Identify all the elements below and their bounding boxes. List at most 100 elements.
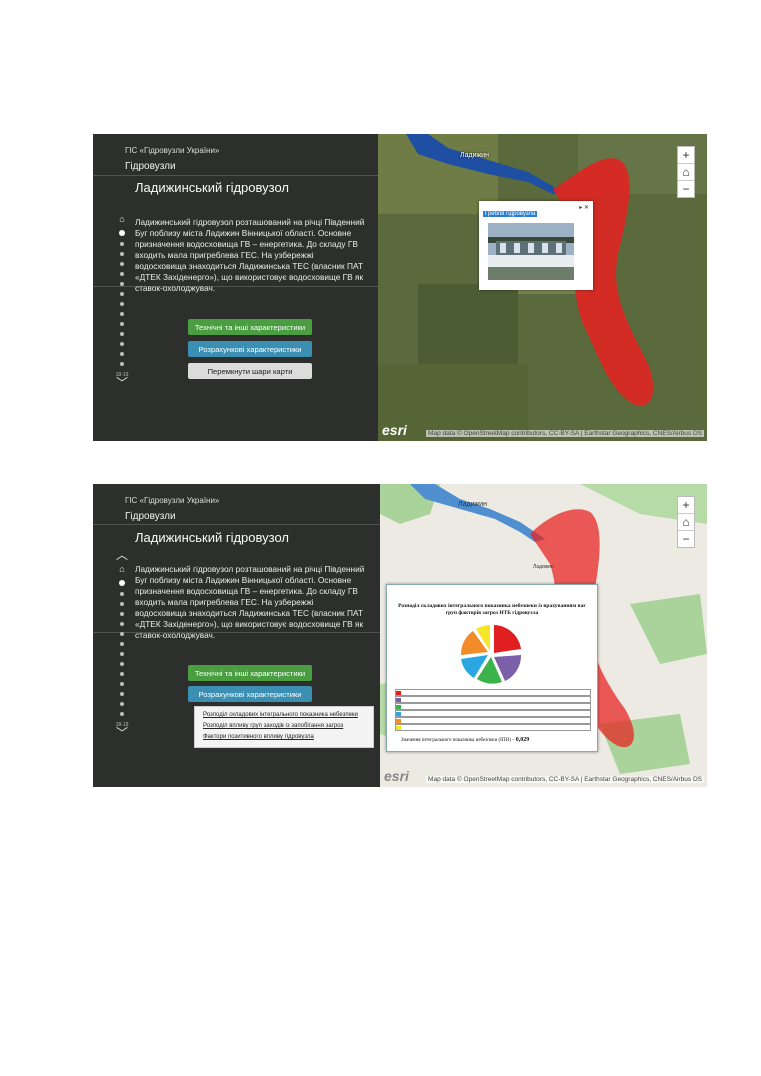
dialog-title: Розподіл складових інтегрального показни… (398, 603, 586, 616)
nav-dot[interactable] (120, 712, 124, 716)
series-title: Гідровузли (125, 511, 176, 522)
dropdown-item[interactable]: Фактори позитивного впливу гідровузла (203, 734, 373, 740)
chevron-down-icon[interactable]: ﹀ (111, 377, 133, 389)
legend-row (395, 717, 591, 724)
legend-swatch (396, 704, 401, 709)
nav-dot[interactable] (120, 322, 124, 326)
nav-dot[interactable] (120, 622, 124, 626)
calc-dropdown-menu: Розподіл складових інтегрального показни… (194, 706, 374, 748)
zoom-control: + ⌂ − (677, 146, 695, 198)
map-view-topographic[interactable]: Ладижин Ладижин Розподіл складових інтег… (380, 484, 707, 787)
dropdown-item[interactable]: Розподіл складових інтегрального показни… (203, 712, 373, 718)
pie-slice (494, 625, 521, 653)
story-map-screenshot-topographic: Ладижин Ладижин Розподіл складових інтег… (93, 484, 707, 787)
zoom-out-button[interactable]: − (678, 531, 694, 547)
index-label: Значення інтегрального показника небезпе… (401, 738, 515, 743)
series-title: Гідровузли (125, 161, 176, 172)
popup-controls[interactable]: ▸ ✕ (579, 204, 589, 211)
legend-swatch (396, 697, 401, 702)
zoom-control: + ⌂ − (677, 496, 695, 548)
home-button[interactable]: ⌂ (678, 164, 694, 181)
divider (93, 632, 380, 633)
map-attribution: Map data © OpenStreetMap contributors, C… (426, 430, 704, 437)
esri-logo: esri (382, 422, 407, 438)
legend-swatch (396, 725, 401, 730)
nav-dot[interactable] (119, 230, 125, 236)
town-label: Ладижин (460, 152, 489, 159)
divider (93, 524, 380, 525)
pie-chart (460, 625, 522, 684)
zoom-in-button[interactable]: + (678, 147, 694, 164)
nav-dot[interactable] (120, 302, 124, 306)
nav-dot[interactable] (120, 252, 124, 256)
story-navigation: ︿ ⌂ 18-19 ﹀ (111, 549, 133, 739)
chart-dialog[interactable]: Розподіл складових інтегрального показни… (386, 584, 598, 752)
nav-dot[interactable] (120, 632, 124, 636)
nav-dot[interactable] (119, 580, 125, 586)
nav-dot[interactable] (120, 352, 124, 356)
nav-dot[interactable] (120, 602, 124, 606)
nav-dot[interactable] (120, 592, 124, 596)
legend-swatch (396, 711, 401, 716)
story-navigation: ⌂ 18-19 ﹀ (111, 214, 133, 389)
nav-dot[interactable] (120, 292, 124, 296)
switch-layers-button[interactable]: Перемкнути шари карти (188, 363, 312, 379)
divider (93, 286, 378, 287)
tech-characteristics-button[interactable]: Технічні та інші характеристики (188, 319, 312, 335)
nav-dot[interactable] (120, 312, 124, 316)
nav-dot[interactable] (120, 672, 124, 676)
legend-row (395, 703, 591, 710)
index-value: 0,029 (515, 737, 530, 743)
area-label: Ладижин (533, 564, 554, 570)
story-title: Ладижинський гідровузол (135, 180, 289, 195)
zoom-out-button[interactable]: − (678, 181, 694, 197)
story-title: Ладижинський гідровузол (135, 530, 289, 545)
app-title: ГІС «Гідровузли України» (125, 496, 220, 505)
legend-row (395, 696, 591, 703)
legend-row (395, 710, 591, 717)
legend-row (395, 689, 591, 696)
chart-legend (395, 689, 591, 731)
nav-dot[interactable] (120, 272, 124, 276)
calc-characteristics-button[interactable]: Розрахункові характеристики (188, 341, 312, 357)
nav-dot[interactable] (120, 282, 124, 286)
nav-dot[interactable] (120, 692, 124, 696)
calc-characteristics-button[interactable]: Розрахункові характеристики (188, 686, 312, 702)
story-panel: ГІС «Гідровузли України» Гідровузли Лади… (93, 484, 380, 787)
nav-dot[interactable] (120, 652, 124, 656)
app-title: ГІС «Гідровузли України» (125, 146, 220, 155)
dam-popup[interactable]: Гребля гідровузла ▸ ✕ (479, 201, 593, 290)
dropdown-item[interactable]: Розподіл впливу груп заходів із запобіга… (203, 723, 373, 729)
home-icon[interactable]: ⌂ (111, 214, 133, 224)
town-label: Ладижин (458, 501, 487, 508)
legend-swatch (396, 718, 401, 723)
nav-dot[interactable] (120, 702, 124, 706)
nav-dot[interactable] (120, 612, 124, 616)
legend-swatch (396, 690, 401, 695)
nav-dot[interactable] (120, 262, 124, 266)
map-attribution: Map data © OpenStreetMap contributors, C… (426, 776, 704, 783)
dam-photo (488, 223, 574, 280)
tech-characteristics-button[interactable]: Технічні та інші характеристики (188, 665, 312, 681)
zoom-in-button[interactable]: + (678, 497, 694, 514)
nav-dot[interactable] (120, 642, 124, 646)
nav-dot[interactable] (120, 362, 124, 366)
story-body: Ладижинський гідровузол розташований на … (135, 217, 365, 293)
nav-dot[interactable] (120, 332, 124, 336)
nav-dot[interactable] (120, 342, 124, 346)
home-button[interactable]: ⌂ (678, 514, 694, 531)
home-icon[interactable]: ⌂ (111, 564, 133, 574)
map-view-satellite[interactable]: Ладижин Гребля гідровузла ▸ ✕ + ⌂ − esri (378, 134, 707, 441)
nav-dot[interactable] (120, 682, 124, 686)
popup-title: Гребля гідровузла (483, 211, 538, 217)
nav-dot[interactable] (120, 662, 124, 666)
esri-logo: esri (384, 768, 409, 784)
index-value-line: Значення інтегрального показника небезпе… (401, 737, 529, 743)
story-body: Ладижинський гідровузол розташований на … (135, 564, 365, 640)
nav-dot[interactable] (120, 242, 124, 246)
chevron-up-icon[interactable]: ︿ (111, 549, 133, 561)
story-panel: ГІС «Гідровузли України» Гідровузли Лади… (93, 134, 378, 441)
divider (93, 175, 378, 176)
story-map-screenshot-satellite: Ладижин Гребля гідровузла ▸ ✕ + ⌂ − esri (93, 134, 707, 441)
chevron-down-icon[interactable]: ﹀ (111, 727, 133, 739)
